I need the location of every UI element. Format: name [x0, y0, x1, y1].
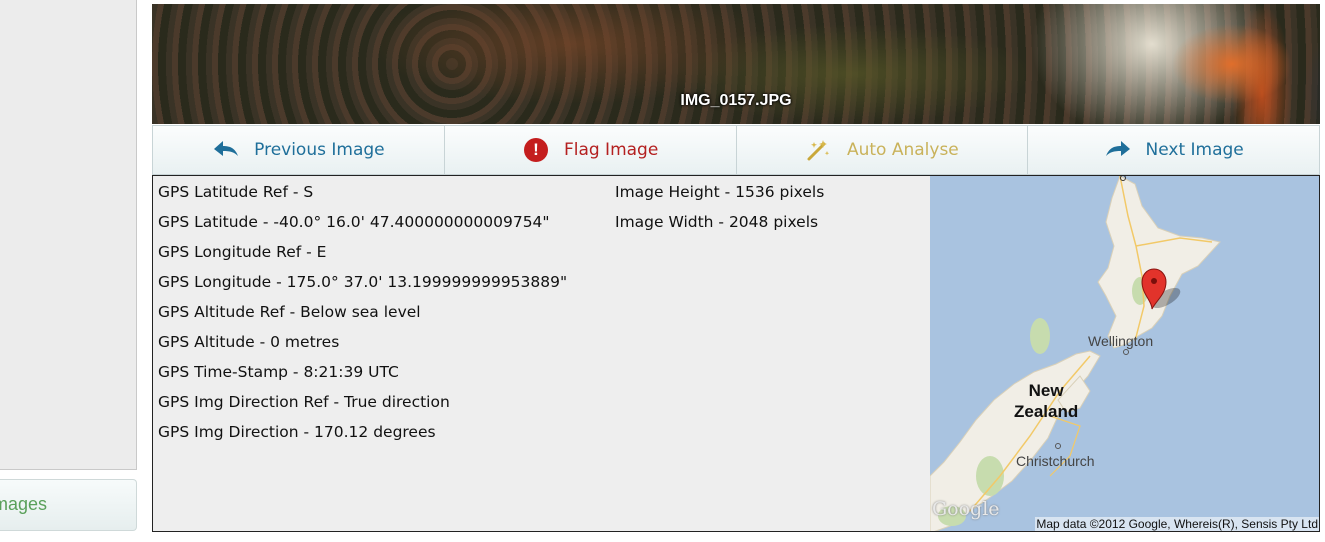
gps-img-direction: GPS Img Direction - 170.12 degrees	[158, 423, 436, 441]
image-preview: IMG_0157.JPG	[152, 4, 1320, 124]
gps-longitude-ref: GPS Longitude Ref - E	[158, 243, 327, 261]
exclamation-icon: !	[522, 138, 550, 162]
flag-image-button[interactable]: ! Flag Image	[445, 126, 737, 174]
gps-latitude: GPS Latitude - -40.0° 16.0' 47.400000000…	[158, 213, 550, 231]
images-tab[interactable]: Images	[0, 479, 137, 531]
previous-image-label: Previous Image	[254, 140, 385, 160]
previous-image-button[interactable]: Previous Image	[153, 126, 445, 174]
image-toolbar: Previous Image ! Flag Image Auto Analyse…	[152, 125, 1320, 175]
map-attribution[interactable]: Map data ©2012 Google, Whereis(R), Sensi…	[1035, 517, 1319, 531]
gps-img-direction-ref: GPS Img Direction Ref - True direction	[158, 393, 450, 411]
google-logo[interactable]: Google	[932, 498, 1000, 520]
gps-altitude-ref: GPS Altitude Ref - Below sea level	[158, 303, 421, 321]
gps-altitude: GPS Altitude - 0 metres	[158, 333, 340, 351]
left-sidebar-panel	[0, 0, 137, 470]
gps-time-stamp: GPS Time-Stamp - 8:21:39 UTC	[158, 363, 399, 381]
image-filename: IMG_0157.JPG	[680, 92, 792, 109]
forward-arrow-icon	[1104, 138, 1132, 162]
new-zealand-label-line2: Zealand	[1014, 402, 1079, 421]
location-map[interactable]: Wellington New Zealand Christchurch Goog…	[930, 176, 1319, 531]
new-zealand-label-line1: New	[1028, 381, 1064, 400]
image-dimensions-list: Image Height - 1536 pixels Image Width -…	[615, 182, 824, 242]
wellington-label: Wellington	[1088, 333, 1154, 349]
images-tab-label: Images	[0, 494, 48, 514]
back-arrow-icon	[212, 138, 240, 162]
gps-metadata-list: GPS Latitude Ref - S GPS Latitude - -40.…	[158, 182, 567, 452]
next-image-label: Next Image	[1145, 140, 1244, 160]
magic-wand-icon	[805, 138, 833, 162]
gps-latitude-ref: GPS Latitude Ref - S	[158, 183, 314, 201]
next-image-button[interactable]: Next Image	[1028, 126, 1319, 174]
metadata-panel: GPS Latitude Ref - S GPS Latitude - -40.…	[152, 175, 1320, 532]
new-zealand-map-shapes	[930, 176, 1221, 531]
gps-longitude: GPS Longitude - 175.0° 37.0' 13.19999999…	[158, 273, 568, 291]
flag-image-label: Flag Image	[563, 140, 659, 160]
auto-analyse-label: Auto Analyse	[846, 140, 959, 160]
christchurch-label: Christchurch	[1016, 453, 1095, 469]
image-width: Image Width - 2048 pixels	[615, 213, 819, 231]
new-zealand-label: New Zealand	[1014, 380, 1078, 422]
auto-analyse-button[interactable]: Auto Analyse	[737, 126, 1029, 174]
image-height: Image Height - 1536 pixels	[615, 183, 825, 201]
